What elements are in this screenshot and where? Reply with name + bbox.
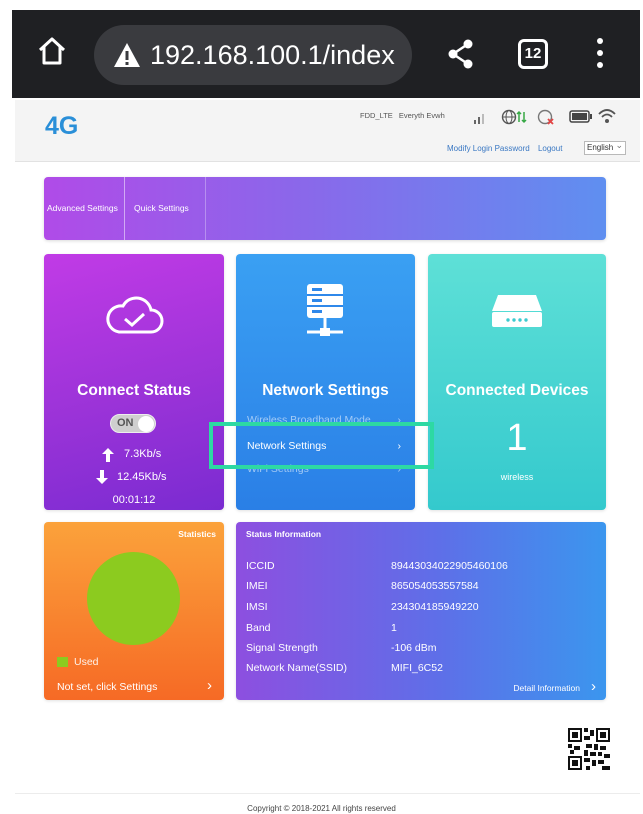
selection-highlight <box>209 422 434 469</box>
upload-arrow-icon <box>102 448 114 462</box>
network-mode: FDD_LTE <box>360 111 393 120</box>
brand-logo: 4G <box>45 112 79 140</box>
download-rate: 12.45Kb/s <box>117 471 167 483</box>
operator-name: Everyth Evwh <box>398 111 445 120</box>
download-arrow-icon <box>96 470 108 484</box>
wifi-icon <box>598 109 616 123</box>
info-key: IMSI <box>246 601 268 613</box>
upload-rate: 7.3Kb/s <box>124 448 162 460</box>
connection-toggle[interactable]: ON <box>110 414 156 433</box>
settings-tabbar: Advanced Settings Quick Settings <box>44 177 606 240</box>
info-key: Network Name(SSID) <box>246 662 347 674</box>
toggle-knob <box>138 416 154 432</box>
status-information-card: Status Information ICCID 8944303402290546… <box>236 522 606 700</box>
cloud-check-icon <box>106 296 164 334</box>
battery-icon <box>569 110 592 123</box>
info-key: IMEI <box>246 580 268 592</box>
statistics-settings-link[interactable]: Not set, click Settings <box>57 681 157 693</box>
statistics-title: Statistics <box>178 529 216 539</box>
info-key: Signal Strength <box>246 642 318 654</box>
browser-toolbar: 192.168.100.1/index 12 <box>12 10 640 98</box>
footer-divider <box>15 793 640 794</box>
network-settings-title: Network Settings <box>262 382 389 399</box>
home-icon[interactable] <box>36 35 68 67</box>
globe-data-icon <box>501 109 527 125</box>
warning-icon[interactable] <box>112 41 142 69</box>
qr-code <box>568 728 610 770</box>
info-key: ICCID <box>246 560 275 572</box>
info-value: -106 dBm <box>391 642 437 654</box>
chevron-right-icon[interactable]: › <box>207 677 212 694</box>
logout-link[interactable]: Logout <box>538 144 562 153</box>
language-select[interactable]: English <box>584 139 626 155</box>
tab-advanced-settings[interactable]: Advanced Settings <box>47 177 125 240</box>
network-status: FDD_LTE Everyth Evwh <box>360 111 445 120</box>
share-icon[interactable] <box>446 38 476 70</box>
sms-blocked-icon <box>537 109 554 125</box>
connection-duration: 00:01:12 <box>112 494 156 506</box>
detail-information-link[interactable]: Detail Information <box>513 683 580 693</box>
tab-quick-settings[interactable]: Quick Settings <box>134 177 206 240</box>
statistics-card[interactable]: Statistics Used Not set, click Settings … <box>44 522 224 700</box>
chevron-right-icon[interactable]: › <box>591 678 596 695</box>
info-value: 234304185949220 <box>391 601 479 613</box>
server-icon <box>307 284 343 336</box>
legend-swatch <box>57 657 68 667</box>
connected-devices-title: Connected Devices <box>445 382 589 399</box>
address-bar[interactable]: 192.168.100.1/index <box>94 25 412 85</box>
connect-status-card[interactable]: Connect Status ON 7.3Kb/s 12.45Kb/s 00:0… <box>44 254 224 510</box>
info-value: 1 <box>391 622 397 634</box>
status-icons <box>473 106 633 128</box>
router-icon <box>492 295 542 327</box>
legend-used: Used <box>74 656 99 668</box>
overflow-menu-icon[interactable] <box>595 38 605 72</box>
url-text: 192.168.100.1/index <box>150 40 395 70</box>
connected-devices-card[interactable]: Connected Devices 1 wireless <box>428 254 606 510</box>
router-header: 4G FDD_LTE Everyth Evwh Modify Login Pas… <box>15 100 640 162</box>
status-information-title: Status Information <box>246 529 322 539</box>
device-count: 1 <box>506 417 528 459</box>
network-settings-card[interactable]: Network Settings Wireless Broadband Mode… <box>236 254 415 510</box>
device-type: wireless <box>500 472 534 482</box>
info-value: 89443034022905460106 <box>391 560 508 572</box>
info-value: 865054053557584 <box>391 580 479 592</box>
tab-switcher-button[interactable]: 12 <box>518 39 548 69</box>
header-links: Modify Login Password Logout <box>447 144 568 153</box>
toggle-label: ON <box>117 417 134 429</box>
modify-password-link[interactable]: Modify Login Password <box>447 144 530 153</box>
copyright-text: Copyright © 2018-2021 All rights reserve… <box>247 804 396 813</box>
info-value: MIFI_6C52 <box>391 662 443 674</box>
connect-status-title: Connect Status <box>77 382 191 399</box>
usage-pie <box>87 552 180 645</box>
info-key: Band <box>246 622 271 634</box>
signal-bars-icon <box>474 114 484 124</box>
